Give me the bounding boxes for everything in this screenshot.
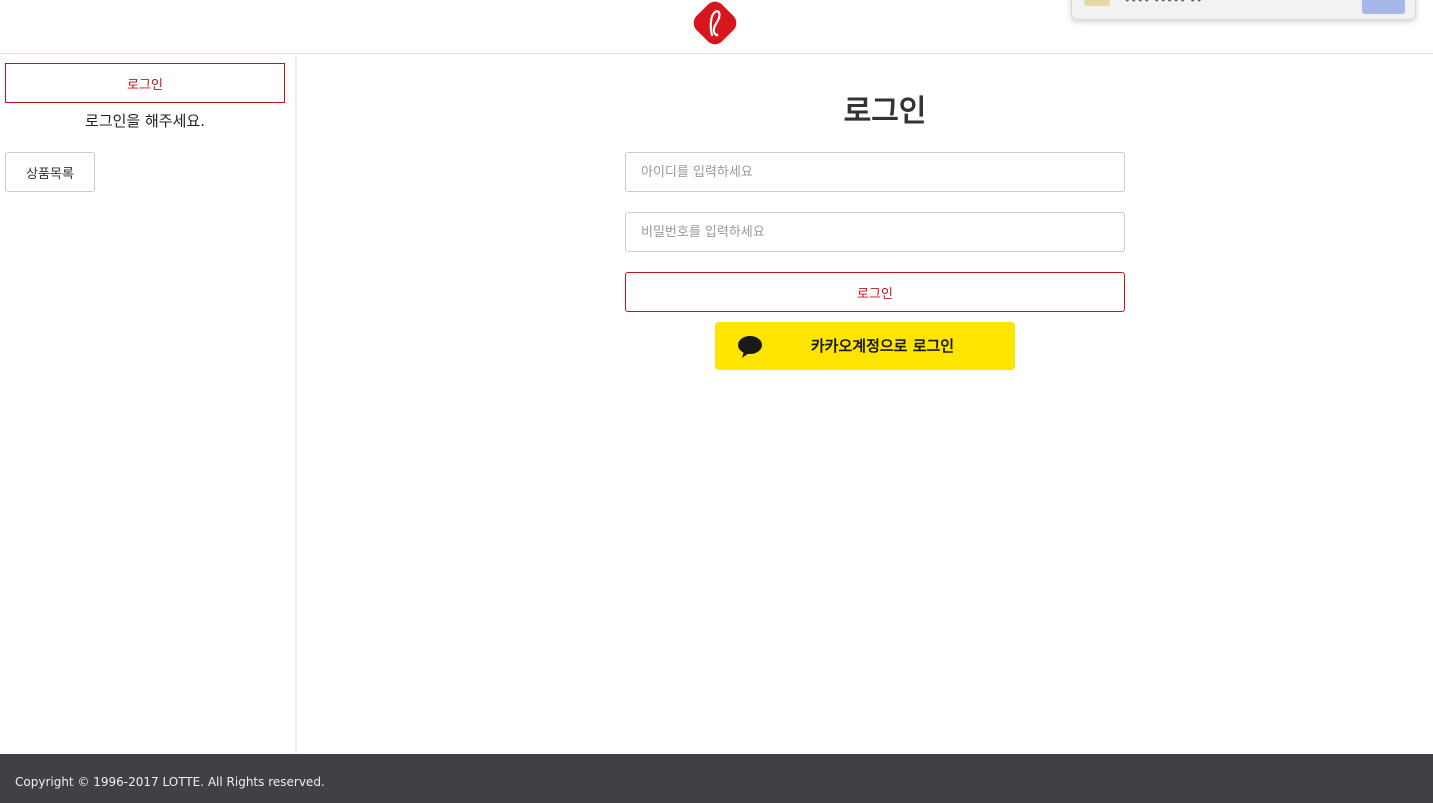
kakao-login-label: 카카오계정으로 로그인 (810, 337, 955, 355)
password-field[interactable] (625, 212, 1125, 252)
password-input[interactable] (626, 213, 1124, 251)
product-list-button[interactable]: 상품목록 (5, 152, 95, 192)
header: •••• ••••• •• (0, 0, 1433, 54)
notification-action-button[interactable] (1362, 0, 1405, 14)
copyright-text: Copyright © 1996-2017 LOTTE. All Rights … (15, 775, 325, 789)
sidebar: 로그인 로그인을 해주세요. 상품목록 (0, 54, 297, 754)
footer: Copyright © 1996-2017 LOTTE. All Rights … (0, 754, 1433, 803)
notification-icon (1084, 0, 1110, 6)
speech-bubble-icon (738, 336, 762, 358)
id-field[interactable] (625, 152, 1125, 192)
kakao-login-button[interactable]: 카카오계정으로 로그인 (715, 322, 1015, 370)
lotte-logo-icon[interactable] (690, 0, 740, 48)
sidebar-login-button[interactable]: 로그인 (5, 63, 285, 103)
id-input[interactable] (626, 153, 1124, 191)
login-prompt-text: 로그인을 해주세요. (85, 112, 205, 130)
page-title: 로그인 (843, 94, 927, 129)
login-button[interactable]: 로그인 (625, 272, 1125, 312)
notification-text: •••• ••••• •• (1124, 0, 1203, 7)
notification-popup[interactable]: •••• ••••• •• (1071, 0, 1416, 20)
